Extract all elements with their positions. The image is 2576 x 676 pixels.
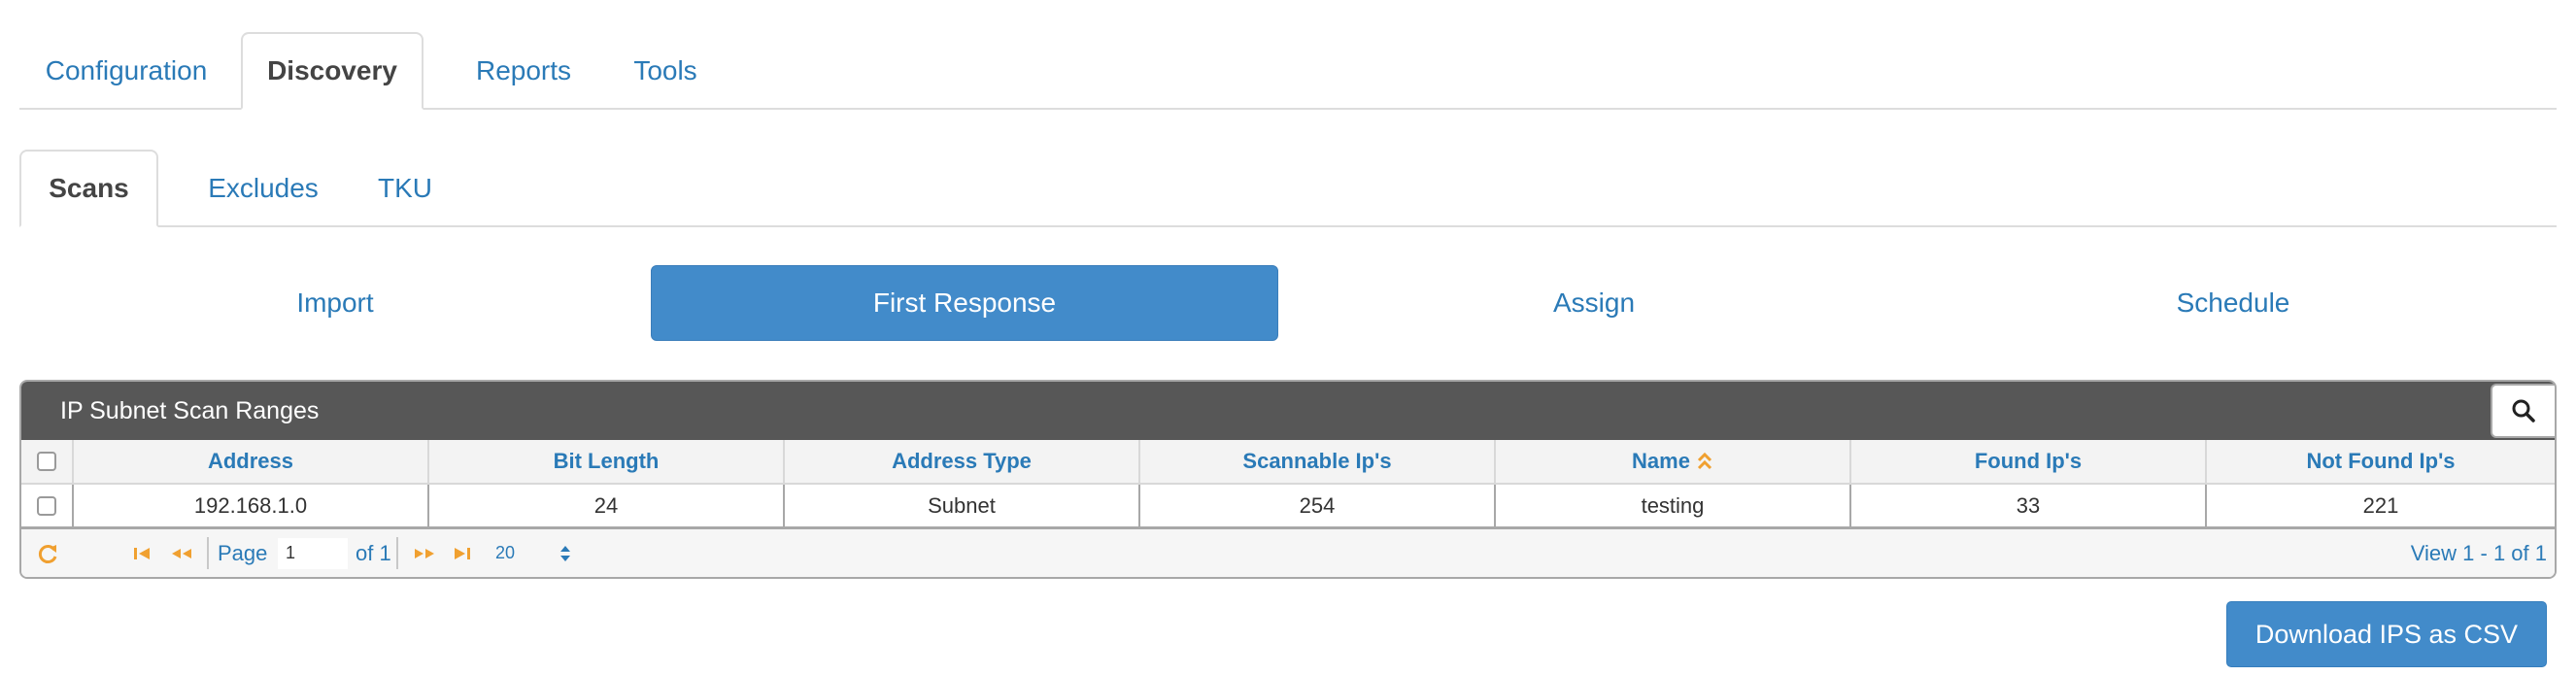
table-row[interactable]: 192.168.1.0 24 Subnet 254 testing 33 221 <box>21 485 2555 529</box>
cell-name: testing <box>1496 485 1851 526</box>
tab-configuration[interactable]: Configuration <box>19 32 233 110</box>
tab-reports[interactable]: Reports <box>431 32 616 110</box>
row-select-cell <box>21 485 74 526</box>
select-all-checkbox[interactable] <box>37 452 56 471</box>
cell-address-type: Subnet <box>785 485 1140 526</box>
search-icon <box>2512 399 2535 422</box>
main-tabs: Configuration Discovery Reports Tools <box>19 30 2557 110</box>
grid-search-button[interactable] <box>2491 384 2555 438</box>
select-all-cell <box>21 440 74 483</box>
pager-separator <box>396 537 398 569</box>
grid-pager: Page of 1 20 <box>21 529 2555 577</box>
tab-scans[interactable]: Scans <box>19 150 158 227</box>
page: Configuration Discovery Reports Tools Sc… <box>19 0 2557 676</box>
page-label: Page <box>218 540 268 565</box>
column-header-name[interactable]: Name <box>1496 440 1851 483</box>
download-csv-button[interactable]: Download IPS as CSV <box>2226 601 2547 667</box>
tab-tools[interactable]: Tools <box>602 32 729 110</box>
page-number-cell <box>278 529 348 577</box>
sort-icon <box>1697 452 1712 470</box>
last-page-button[interactable] <box>451 529 472 577</box>
next-page-button[interactable] <box>412 529 437 577</box>
view-records-text: View 1 - 1 of 1 <box>2410 540 2547 565</box>
row-checkbox[interactable] <box>37 495 56 516</box>
first-page-icon <box>134 547 150 559</box>
cell-found-ips: 33 <box>1851 485 2207 526</box>
page-number-input[interactable] <box>278 537 348 569</box>
page-count-label: of 1 <box>356 540 391 565</box>
pill-first-response[interactable]: First Response <box>651 265 1278 341</box>
grid-caption-text: IP Subnet Scan Ranges <box>60 396 320 424</box>
tab-excludes[interactable]: Excludes <box>171 150 356 227</box>
column-header-address[interactable]: Address <box>74 440 429 483</box>
scan-ranges-grid: IP Subnet Scan Ranges Address Bit Length… <box>19 380 2557 579</box>
select-arrows-icon <box>560 545 571 561</box>
tab-tku[interactable]: TKU <box>342 150 468 227</box>
column-header-bit-length[interactable]: Bit Length <box>429 440 785 483</box>
rows-per-page-select[interactable]: 20 <box>495 529 571 577</box>
column-header-address-type[interactable]: Address Type <box>785 440 1140 483</box>
sub-tabs: Scans Excludes TKU <box>19 148 2557 227</box>
pill-assign[interactable]: Assign <box>1278 265 1910 341</box>
rows-per-page-value: 20 <box>495 543 516 562</box>
tab-discovery[interactable]: Discovery <box>241 32 424 110</box>
prev-page-icon <box>172 548 191 558</box>
grid-header-row: Address Bit Length Address Type Scannabl… <box>21 440 2555 485</box>
refresh-icon <box>38 544 57 563</box>
column-header-scannable-ips[interactable]: Scannable Ip's <box>1140 440 1496 483</box>
cell-not-found-ips: 221 <box>2362 492 2399 518</box>
grid-caption: IP Subnet Scan Ranges <box>21 382 2555 440</box>
last-page-icon <box>455 547 470 559</box>
cell-bit-length: 24 <box>429 485 785 526</box>
column-header-found-ips[interactable]: Found Ip's <box>1851 440 2207 483</box>
pill-schedule[interactable]: Schedule <box>1910 265 2557 341</box>
column-header-name-label: Name <box>1632 449 1690 473</box>
first-page-button[interactable] <box>132 529 153 577</box>
cell-scannable-ips: 254 <box>1140 485 1496 526</box>
pill-import[interactable]: Import <box>19 265 651 341</box>
cell-address: 192.168.1.0 <box>74 485 429 526</box>
refresh-button[interactable] <box>37 529 60 577</box>
next-page-icon <box>415 548 434 558</box>
pager-separator <box>207 537 209 569</box>
prev-page-button[interactable] <box>169 529 194 577</box>
column-header-not-found-ips[interactable]: Not Found Ip's <box>2207 440 2555 483</box>
action-pills: Import First Response Assign Schedule <box>19 265 2557 341</box>
